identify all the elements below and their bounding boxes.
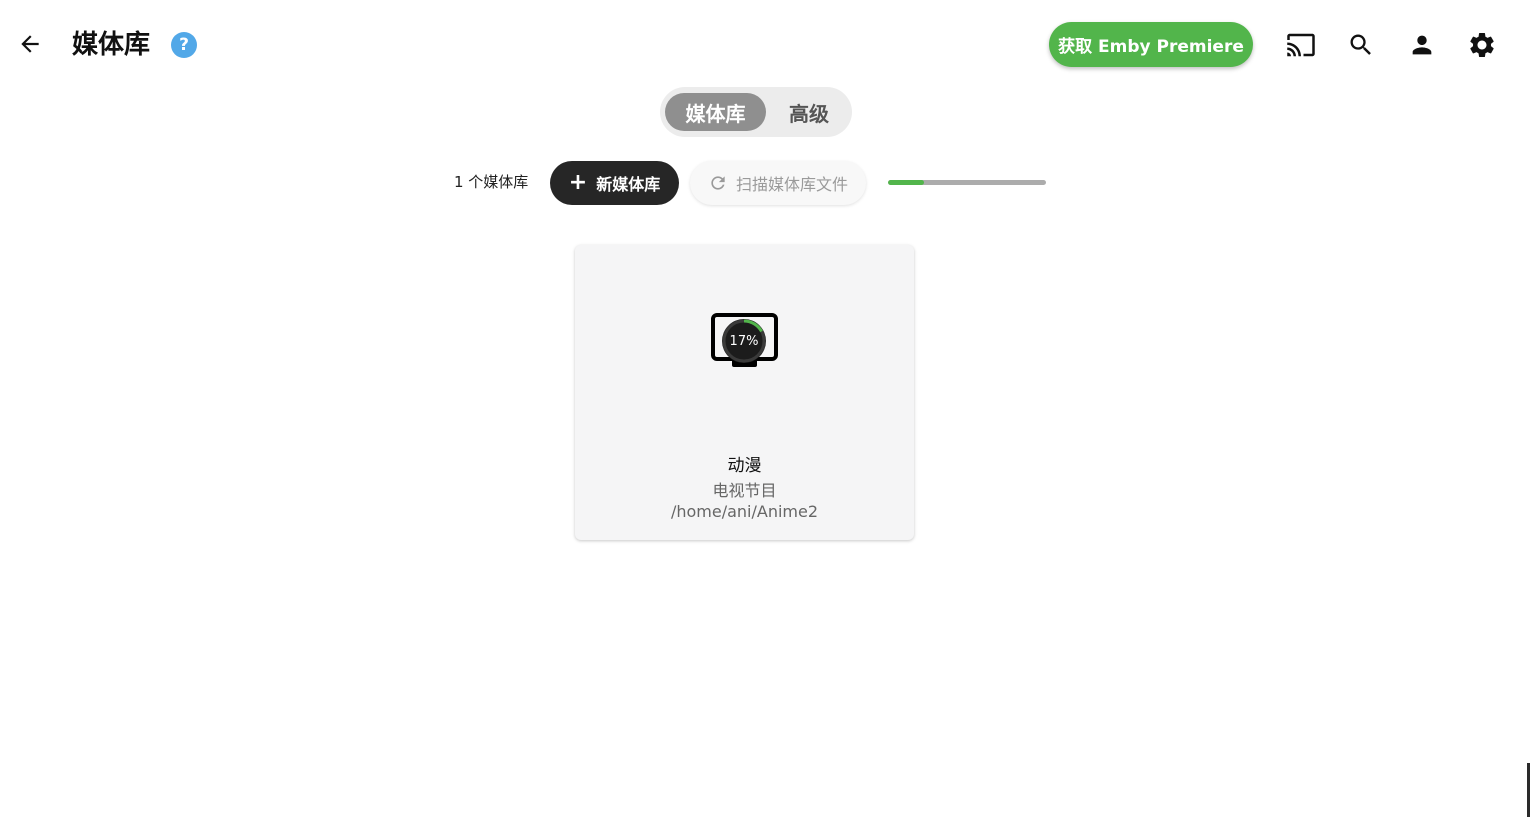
get-premiere-button[interactable]: 获取 Emby Premiere [1049, 22, 1253, 67]
app-header: 媒体库 ? 获取 Emby Premiere [0, 0, 1531, 90]
refresh-icon [711, 176, 725, 190]
library-progress-text: 17% [729, 333, 759, 349]
user-icon [1412, 35, 1432, 55]
search-button[interactable] [1343, 27, 1379, 63]
scan-progress-fill [888, 180, 925, 185]
help-icon[interactable]: ? [171, 32, 197, 58]
scrollbar[interactable] [1527, 763, 1530, 817]
library-name: 动漫 [727, 456, 762, 476]
tab-advanced[interactable]: 高级 [770, 93, 848, 131]
scan-library-label: 扫描媒体库文件 [735, 175, 848, 194]
user-button[interactable] [1404, 27, 1440, 63]
search-icon [1350, 34, 1371, 55]
view-tabs: 媒体库 高级 [660, 87, 852, 137]
scan-library-button[interactable]: 扫描媒体库文件 [690, 161, 866, 205]
cast-button[interactable] [1283, 27, 1319, 63]
plus-icon: + [568, 170, 588, 195]
library-path: /home/ani/Anime2 [670, 502, 819, 521]
scan-progress-bar [888, 180, 1046, 185]
new-library-label: 新媒体库 [596, 175, 661, 194]
library-card[interactable]: 17% 动漫 电视节目 /home/ani/Anime2 [575, 245, 914, 540]
back-arrow-icon [21, 35, 39, 53]
library-count: 1 个媒体库 [454, 173, 529, 191]
tab-libraries[interactable]: 媒体库 [665, 93, 766, 131]
gear-icon [1470, 33, 1494, 57]
settings-button[interactable] [1464, 27, 1500, 63]
back-button[interactable] [12, 26, 48, 62]
library-type: 电视节目 [712, 481, 777, 500]
new-library-button[interactable]: + 新媒体库 [550, 161, 679, 205]
page-title: 媒体库 [72, 30, 151, 60]
cast-icon [1287, 33, 1315, 57]
